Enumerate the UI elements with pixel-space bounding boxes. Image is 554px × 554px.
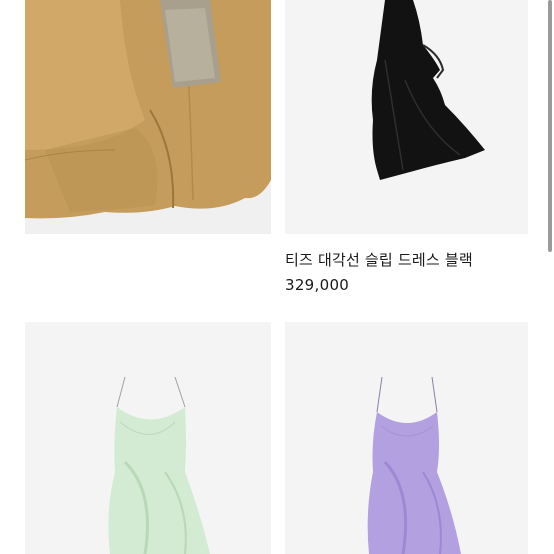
product-price: 329,000 (285, 276, 350, 294)
product-card-black-slip-dress[interactable] (285, 0, 528, 234)
product-card-mustard-skirt[interactable] (25, 0, 271, 234)
product-image-mint (25, 322, 271, 554)
product-image-lavender (285, 322, 528, 554)
product-card-mint-slip-dress[interactable] (25, 322, 271, 554)
scrollbar[interactable] (548, 0, 552, 252)
product-image-mustard (25, 0, 271, 234)
product-name[interactable]: 티즈 대각선 슬립 드레스 블랙 (285, 249, 473, 270)
product-card-lavender-slip-dress[interactable] (285, 322, 528, 554)
product-image-black (285, 0, 528, 234)
